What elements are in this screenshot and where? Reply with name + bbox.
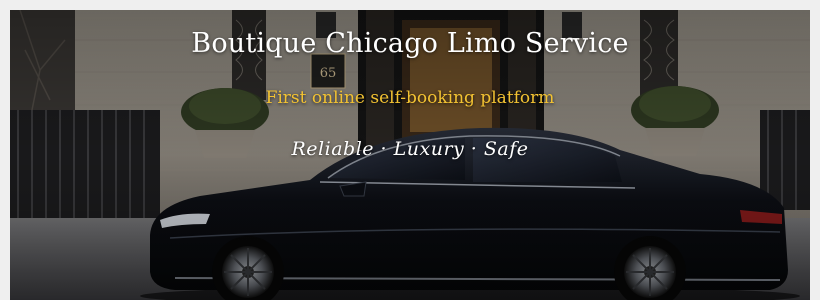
- hero-tagline: Reliable · Luxury · Safe: [291, 138, 529, 160]
- hero-text-overlay: Boutique Chicago Limo Service First onli…: [10, 10, 810, 300]
- hero-title: Boutique Chicago Limo Service: [191, 28, 629, 59]
- hero-subtitle: First online self-booking platform: [265, 88, 555, 108]
- hero-banner: 65: [10, 10, 810, 300]
